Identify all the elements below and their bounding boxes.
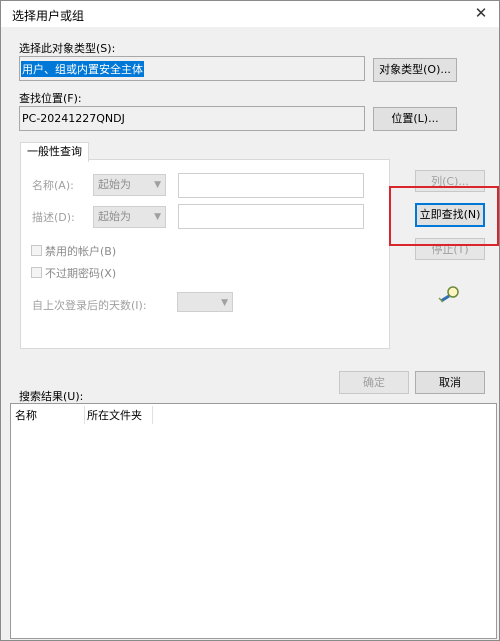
stop-button[interactable]: 停止(T)	[415, 238, 485, 260]
disabled-accounts-checkbox[interactable]	[31, 245, 42, 256]
close-icon[interactable]: ✕	[471, 4, 491, 22]
location-label: 查找位置(F):	[19, 92, 82, 105]
object-type-field: 用户、组或内置安全主体	[19, 56, 365, 81]
object-type-value: 用户、组或内置安全主体	[21, 61, 144, 77]
tab-common-queries[interactable]: 一般性查询	[20, 142, 89, 162]
column-divider[interactable]	[84, 406, 85, 424]
columns-button[interactable]: 列(C)...	[415, 170, 485, 192]
chevron-down-icon: ▼	[154, 180, 161, 190]
name-input[interactable]	[178, 173, 364, 198]
chevron-down-icon: ▼	[154, 212, 161, 222]
column-header-folder[interactable]: 所在文件夹	[87, 407, 142, 423]
find-now-button[interactable]: 立即查找(N)	[415, 203, 485, 227]
search-icon	[438, 286, 459, 303]
select-users-dialog: 选择用户或组 ✕ 选择此对象类型(S): 用户、组或内置安全主体 对象类型(O)…	[0, 0, 500, 641]
name-label: 名称(A):	[32, 179, 74, 192]
non-expiring-password-checkbox[interactable]	[31, 267, 42, 278]
column-header-name[interactable]: 名称	[15, 407, 37, 423]
description-label: 描述(D):	[32, 211, 75, 224]
title-bar: 选择用户或组 ✕	[1, 1, 499, 27]
name-mode-value: 起始为	[98, 178, 131, 191]
non-expiring-password-label: 不过期密码(X)	[45, 267, 117, 280]
locations-button[interactable]: 位置(L)...	[373, 107, 457, 131]
column-divider[interactable]	[152, 406, 153, 424]
location-field: PC-20241227QNDJ	[19, 106, 365, 131]
object-type-label: 选择此对象类型(S):	[19, 42, 116, 55]
cancel-button[interactable]: 取消	[415, 371, 485, 394]
object-types-button[interactable]: 对象类型(O)...	[373, 58, 457, 82]
days-since-logon-select[interactable]: ▼	[177, 292, 233, 312]
search-results-list[interactable]: 名称 所在文件夹	[10, 403, 497, 639]
description-input[interactable]	[178, 204, 364, 229]
description-mode-select[interactable]: 起始为 ▼	[93, 206, 166, 228]
location-value: PC-20241227QNDJ	[22, 112, 125, 125]
ok-button[interactable]: 确定	[339, 371, 409, 394]
days-since-logon-label: 自上次登录后的天数(I):	[32, 299, 147, 312]
description-mode-value: 起始为	[98, 210, 131, 223]
search-results-label: 搜索结果(U):	[19, 390, 84, 403]
disabled-accounts-label: 禁用的帐户(B)	[45, 245, 117, 258]
dialog-title: 选择用户或组	[12, 9, 85, 23]
name-mode-select[interactable]: 起始为 ▼	[93, 174, 166, 196]
chevron-down-icon: ▼	[221, 298, 228, 308]
